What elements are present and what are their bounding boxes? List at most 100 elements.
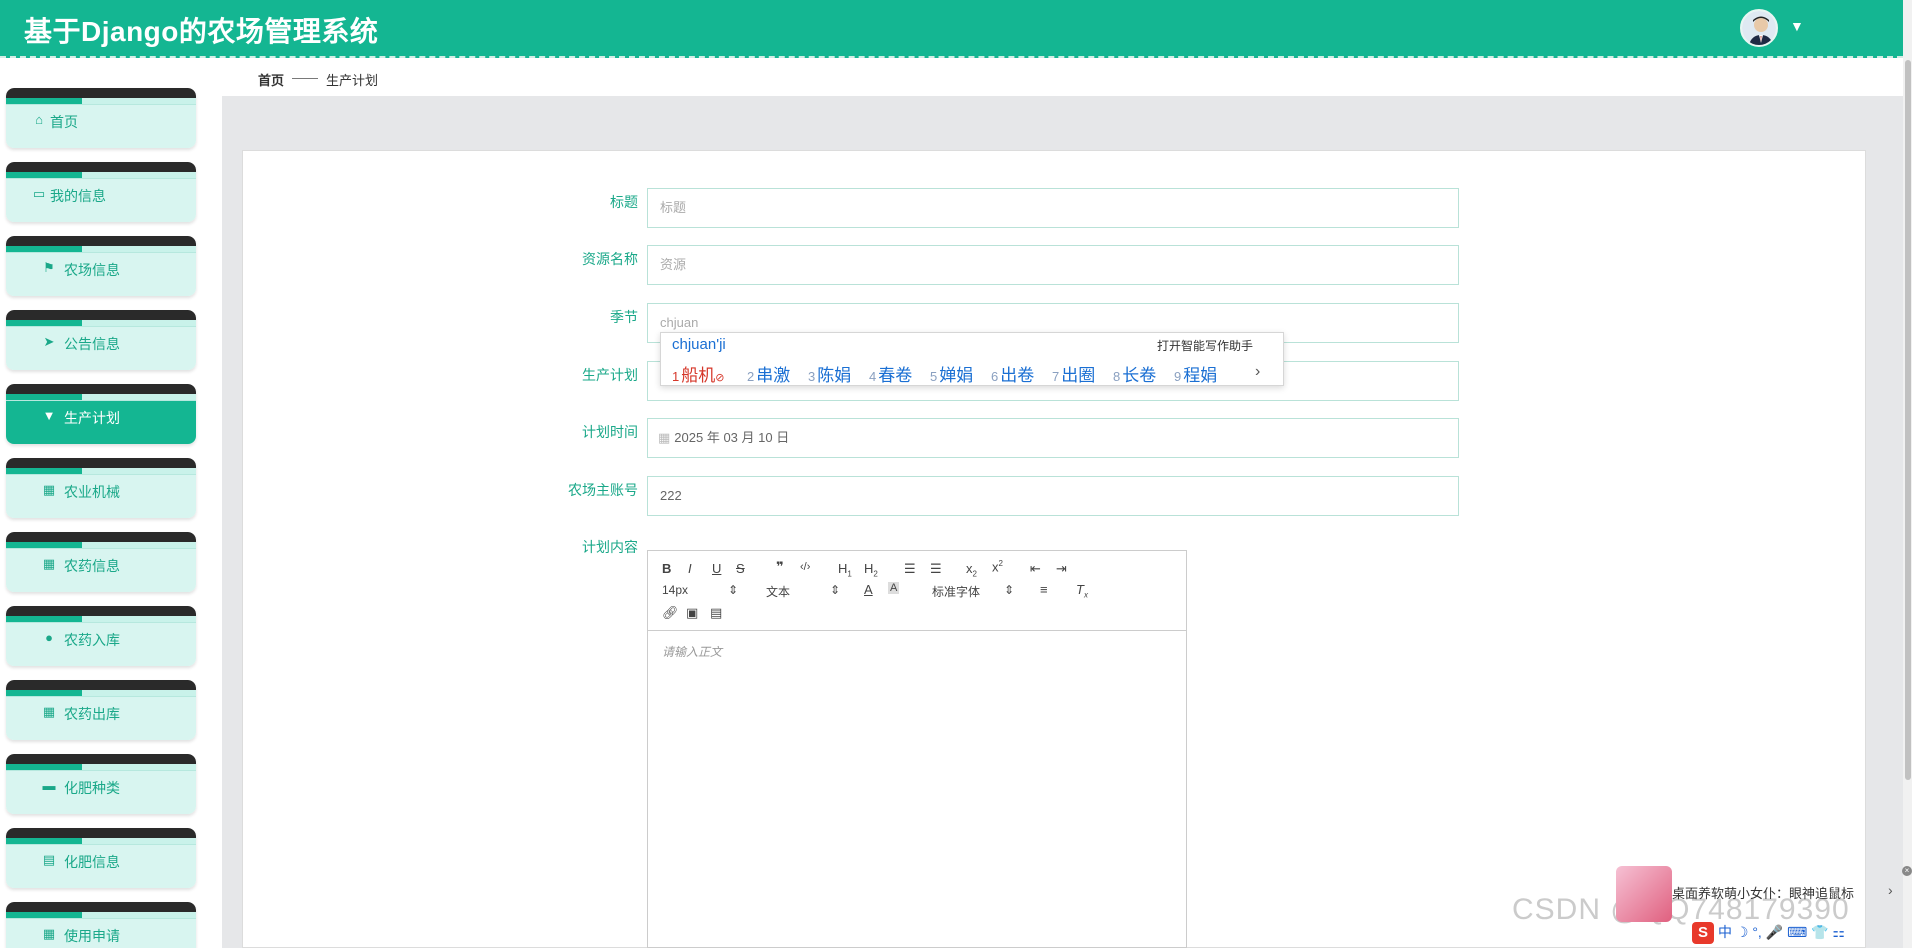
editor-toolbar: B I U S ❞ ‹/› H1 H2 ☰ ☰ x2 x2 ⇤ ⇥ 14px ⇕…	[648, 551, 1186, 631]
resource-label: 资源名称	[582, 251, 638, 267]
font-family-arrow-icon: ⇕	[1004, 583, 1015, 597]
sidebar-item-production-plan[interactable]: ▼ 生产计划	[6, 384, 196, 444]
calendar-icon: ▦	[658, 430, 671, 445]
sidebar-item-label: 化肥种类	[64, 780, 120, 796]
ime-assist-button[interactable]: 打开智能写作助手	[1157, 337, 1253, 354]
user-icon: ●	[45, 630, 53, 645]
resource-input[interactable]: 资源	[647, 245, 1459, 285]
italic-icon[interactable]: I	[688, 561, 692, 576]
sidebar-item-fertilizer-type[interactable]: ▬ 化肥种类	[6, 754, 196, 814]
clipboard-icon: ▤	[42, 852, 56, 867]
indent-icon[interactable]: ⇥	[1056, 561, 1067, 577]
ime-candidate[interactable]: 6 出卷	[991, 361, 1034, 386]
sidebar-item-label: 农场信息	[64, 262, 120, 278]
plan-time-label: 计划时间	[582, 424, 638, 440]
bullet-list-icon[interactable]: ☰	[930, 561, 942, 577]
ime-toolbar-status: 中 ☽ °, 🎤 ⌨ 👕 ⚏	[1718, 924, 1845, 940]
home-icon: ⌂	[35, 112, 43, 127]
ticket-icon: ▬	[42, 778, 56, 793]
content-label: 计划内容	[582, 539, 638, 555]
h2-icon[interactable]: H2	[864, 561, 878, 579]
sidebar-item-label: 公告信息	[64, 336, 120, 352]
font-family-select[interactable]: 标准字体	[932, 583, 980, 600]
blockquote-icon[interactable]: ❞	[776, 559, 784, 575]
align-icon[interactable]: ≡	[1040, 582, 1048, 597]
sidebar-item-label: 农药信息	[64, 558, 120, 574]
sidebar-item-label: 首页	[50, 114, 78, 130]
rich-text-editor: B I U S ❞ ‹/› H1 H2 ☰ ☰ x2 x2 ⇤ ⇥ 14px ⇕…	[647, 550, 1187, 948]
block-type-select[interactable]: 文本	[766, 583, 790, 600]
subscript-icon[interactable]: x2	[966, 561, 977, 579]
sidebar-item-fertilizer-info[interactable]: ▤ 化肥信息	[6, 828, 196, 888]
ime-candidate[interactable]: 7 出圈	[1052, 361, 1095, 386]
block-type-arrow-icon: ⇕	[830, 583, 841, 597]
user-avatar[interactable]	[1740, 9, 1778, 47]
ime-candidate[interactable]: 1 船机⊘	[672, 361, 724, 386]
ime-candidate[interactable]: 8 长卷	[1113, 361, 1156, 386]
account-label: 农场主账号	[568, 482, 638, 498]
underline-icon[interactable]: U	[712, 561, 721, 576]
title-label: 标题	[610, 194, 638, 210]
sidebar-item-usage-apply[interactable]: ▦ 使用申请	[6, 902, 196, 948]
breadcrumb-separator: ——	[292, 70, 318, 85]
sidebar-item-pesticide-info[interactable]: ▦ 农药信息	[6, 532, 196, 592]
account-input[interactable]: 222	[647, 476, 1459, 516]
ime-candidate[interactable]: 4 春卷	[869, 361, 912, 386]
clear-format-icon[interactable]: Tx	[1076, 582, 1088, 600]
sidebar-item-pesticide-in[interactable]: ● 农药入库	[6, 606, 196, 666]
chevron-right-icon[interactable]: ›	[1888, 882, 1893, 898]
ime-logo-icon: S	[1692, 922, 1714, 944]
send-icon: ➤	[43, 334, 55, 349]
ime-candidate-popup: chjuan'ji 打开智能写作助手 1 船机⊘ 2 串激 3 陈娟 4 春卷 5 婵娟 …	[660, 332, 1284, 386]
top-header: 基于Django的农场管理系统 ▼	[0, 0, 1903, 58]
h1-icon[interactable]: H1	[838, 561, 852, 579]
sidebar-item-label: 我的信息	[50, 188, 106, 204]
link-icon[interactable]: 🔗︎	[662, 605, 679, 621]
ime-pinyin: chjuan'ji	[672, 336, 726, 353]
plan-label: 生产计划	[582, 367, 638, 383]
bold-icon[interactable]: B	[662, 561, 671, 576]
superscript-icon[interactable]: x2	[992, 559, 1003, 574]
image-icon[interactable]: ▣	[686, 605, 698, 621]
ime-candidate[interactable]: 2 串激	[747, 361, 790, 386]
sidebar-item-notice[interactable]: ➤ 公告信息	[6, 310, 196, 370]
sidebar-item-label: 生产计划	[64, 410, 120, 426]
plan-time-input[interactable]: ▦ 2025 年 03 月 10 日	[647, 418, 1459, 458]
card-icon: ▭	[32, 186, 46, 201]
desktop-pet-image[interactable]	[1616, 866, 1672, 922]
scrollbar-thumb[interactable]	[1905, 60, 1911, 780]
code-icon[interactable]: ‹/›	[800, 561, 810, 573]
ime-candidate[interactable]: 3 陈娟	[808, 361, 851, 386]
ime-candidate[interactable]: 9 程娟	[1174, 361, 1217, 386]
desktop-pet-text[interactable]: 桌面养软萌小女仆：眼神追鼠标	[1672, 883, 1854, 902]
app-title: 基于Django的农场管理系统	[24, 16, 379, 47]
grid-icon: ▦	[42, 704, 56, 719]
breadcrumb-home[interactable]: 首页	[258, 70, 284, 89]
sidebar-item-my-info[interactable]: ▭ 我的信息	[6, 162, 196, 222]
sidebar: ⌂ 首页 ▭ 我的信息 ⚑ 农场信息 ➤ 公告信息 ▼ 生产计划 ▦ 农业机械 …	[0, 60, 210, 948]
sidebar-item-home[interactable]: ⌂ 首页	[6, 88, 196, 148]
sidebar-item-label: 使用申请	[64, 928, 120, 944]
user-menu-caret-icon[interactable]: ▼	[1790, 18, 1804, 34]
flag-icon: ⚑	[43, 260, 55, 275]
title-input[interactable]: 标题	[647, 188, 1459, 228]
grid-icon: ▦	[42, 482, 56, 497]
sidebar-item-machinery[interactable]: ▦ 农业机械	[6, 458, 196, 518]
font-color-icon[interactable]: A	[864, 582, 873, 597]
outdent-icon[interactable]: ⇤	[1030, 561, 1041, 577]
font-size-select[interactable]: 14px	[662, 583, 688, 597]
background-color-icon[interactable]: A	[888, 582, 900, 594]
editor-placeholder[interactable]: 请输入正文	[662, 643, 722, 660]
ime-toolbar[interactable]: S中 ☽ °, 🎤 ⌨ 👕 ⚏	[1692, 922, 1912, 948]
strike-icon[interactable]: S	[736, 561, 745, 576]
close-icon[interactable]: ×	[1902, 866, 1912, 876]
ordered-list-icon[interactable]: ☰	[904, 561, 916, 577]
sidebar-item-label: 农业机械	[64, 484, 120, 500]
ime-candidate[interactable]: 5 婵娟	[930, 361, 973, 386]
video-icon[interactable]: ▤	[710, 605, 722, 621]
breadcrumb: 首页 —— 生产计划	[222, 60, 1903, 96]
sidebar-item-pesticide-out[interactable]: ▦ 农药出库	[6, 680, 196, 740]
sidebar-item-farm-info[interactable]: ⚑ 农场信息	[6, 236, 196, 296]
ime-next-page-icon[interactable]: ›	[1255, 363, 1260, 381]
font-size-arrow-icon: ⇕	[728, 583, 739, 597]
